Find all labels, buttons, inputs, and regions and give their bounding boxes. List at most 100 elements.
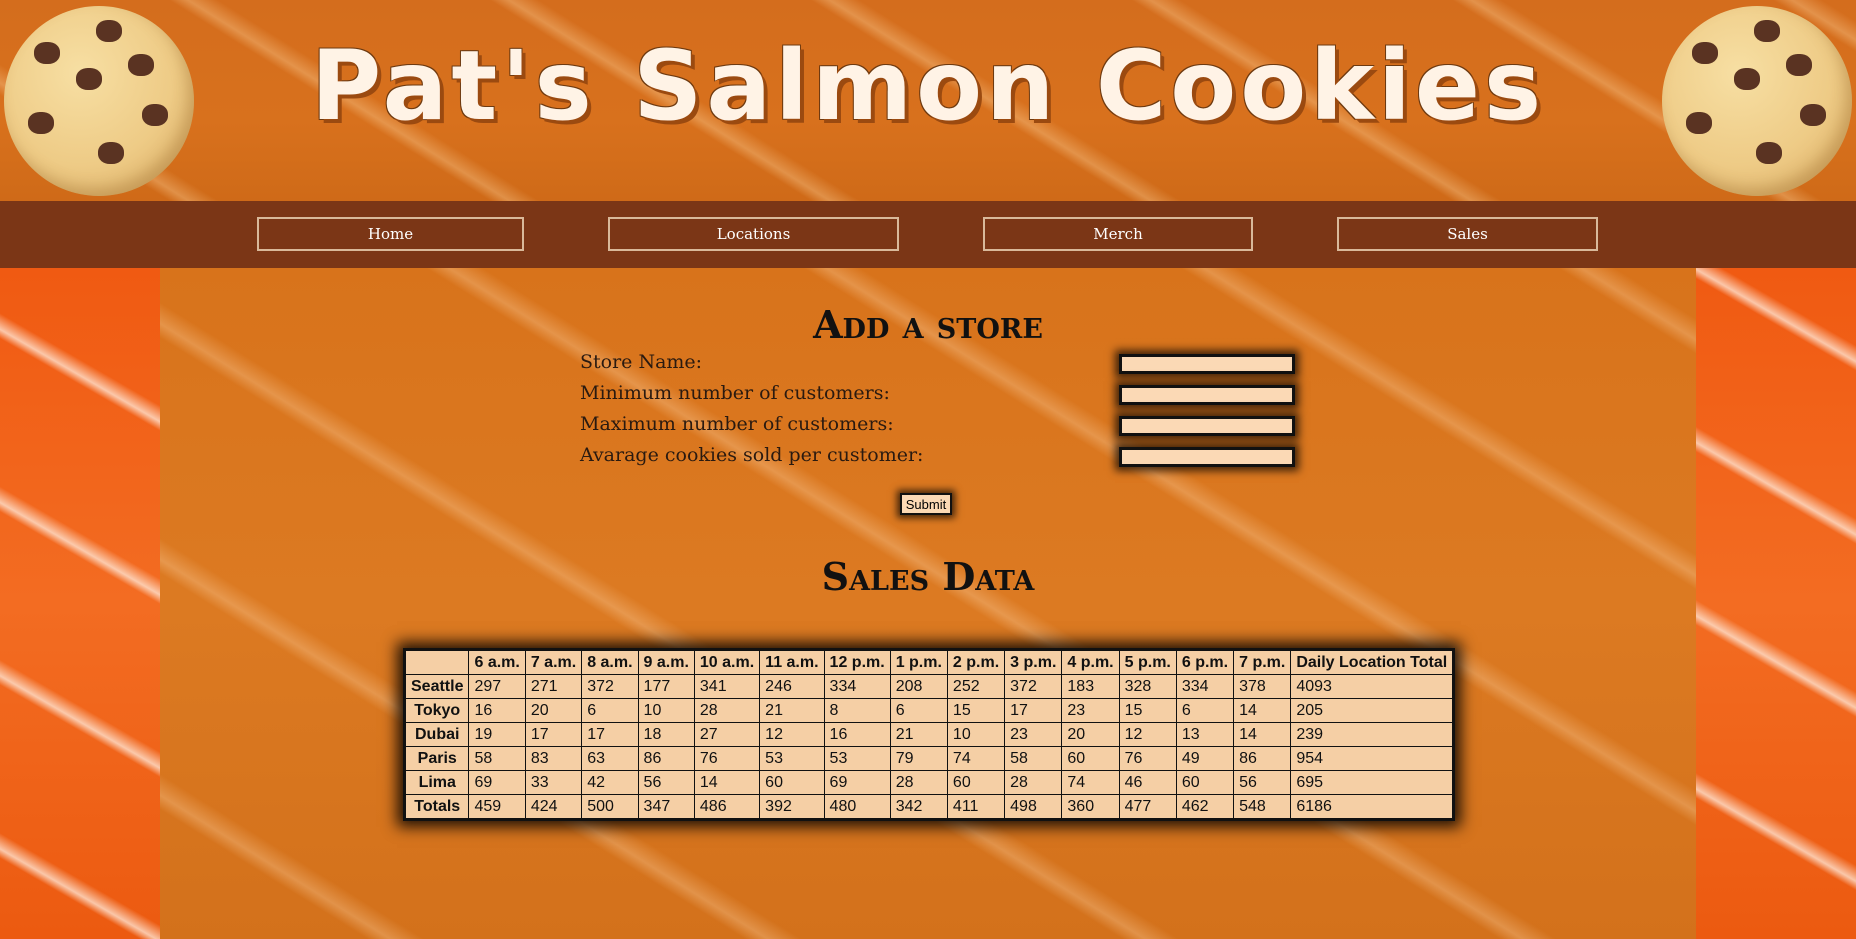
- nav-merch[interactable]: Merch: [983, 217, 1253, 251]
- table-cell: 462: [1175, 794, 1235, 820]
- table-cell: 486: [693, 794, 761, 820]
- table-cell: 239: [1290, 722, 1455, 747]
- table-cell: 74: [1061, 770, 1120, 795]
- table-cell: 16: [468, 698, 526, 723]
- table-cell: 49: [1175, 746, 1235, 771]
- nav-locations[interactable]: Locations: [608, 217, 899, 251]
- column-header: 6 p.m.: [1175, 649, 1235, 675]
- table-cell: 18: [637, 722, 695, 747]
- table-cell: 12: [759, 722, 825, 747]
- table-cell: 19: [468, 722, 526, 747]
- column-header: 9 a.m.: [637, 649, 695, 675]
- table-header-row: 6 a.m. 7 a.m. 8 a.m. 9 a.m. 10 a.m. 11 a…: [403, 649, 1455, 675]
- table-cell: 14: [693, 770, 761, 795]
- table-cell: 27: [693, 722, 761, 747]
- submit-button[interactable]: Submit: [900, 493, 952, 515]
- table-cell: 86: [637, 746, 695, 771]
- table-cell: 347: [637, 794, 695, 820]
- store-name-input[interactable]: [1119, 354, 1295, 374]
- table-cell: 79: [889, 746, 948, 771]
- table-cell: 498: [1004, 794, 1063, 820]
- table-cell: 14: [1233, 698, 1292, 723]
- table-cell: 177: [637, 674, 695, 699]
- min-customers-label: Minimum number of customers:: [580, 382, 890, 404]
- row-header: Totals: [403, 794, 470, 820]
- table-cell: 6: [581, 698, 639, 723]
- table-cell: 341: [693, 674, 761, 699]
- table-cell: 23: [1004, 722, 1063, 747]
- table-cell: 28: [889, 770, 948, 795]
- main-nav: Home Locations Merch Sales: [0, 201, 1856, 268]
- column-header: 4 p.m.: [1061, 649, 1120, 675]
- table-cell: 63: [581, 746, 639, 771]
- table-cell: 246: [759, 674, 825, 699]
- table-cell: 183: [1061, 674, 1120, 699]
- table-cell: 6186: [1290, 794, 1455, 820]
- table-cell: 500: [581, 794, 639, 820]
- column-header: 6 a.m.: [468, 649, 526, 675]
- table-cell: 6: [1175, 698, 1235, 723]
- table-row: Paris 58 83 63 86 76 53 53 79 74 58 60 76 49 86 954: [403, 746, 1455, 771]
- table-cell: 8: [823, 698, 891, 723]
- table-cell: 208: [889, 674, 948, 699]
- table-cell: 15: [946, 698, 1006, 723]
- add-store-heading: Add a store: [813, 302, 1043, 347]
- column-header: 11 a.m.: [759, 649, 825, 675]
- max-customers-input[interactable]: [1119, 416, 1295, 436]
- table-cell: 14: [1233, 722, 1292, 747]
- column-header: Daily Location Total: [1290, 649, 1455, 675]
- column-header: [403, 649, 470, 675]
- column-header: 7 p.m.: [1233, 649, 1292, 675]
- table-cell: 372: [581, 674, 639, 699]
- table-cell: 17: [581, 722, 639, 747]
- site-title: Pat's Salmon Cookies: [310, 30, 1546, 142]
- table-cell: 372: [1004, 674, 1063, 699]
- table-cell: 378: [1233, 674, 1292, 699]
- nav-sales[interactable]: Sales: [1337, 217, 1598, 251]
- column-header: 12 p.m.: [823, 649, 891, 675]
- table-cell: 6: [889, 698, 948, 723]
- sales-data-heading: Sales Data: [821, 554, 1035, 599]
- table-cell: 10: [637, 698, 695, 723]
- table-cell: 424: [524, 794, 583, 820]
- row-header: Seattle: [403, 674, 470, 699]
- table-cell: 21: [889, 722, 948, 747]
- table-cell: 13: [1175, 722, 1235, 747]
- table-cell: 56: [637, 770, 695, 795]
- table-cell: 4093: [1290, 674, 1455, 699]
- table-row: Dubai 19 17 17 18 27 12 16 21 10 23 20 12 13 14 239: [403, 722, 1455, 747]
- table-cell: 60: [946, 770, 1006, 795]
- column-header: 1 p.m.: [889, 649, 948, 675]
- table-cell: 69: [823, 770, 891, 795]
- table-cell: 42: [581, 770, 639, 795]
- min-customers-input[interactable]: [1119, 385, 1295, 405]
- table-cell: 477: [1118, 794, 1177, 820]
- column-header: 3 p.m.: [1004, 649, 1063, 675]
- table-cell: 28: [693, 698, 761, 723]
- column-header: 7 a.m.: [524, 649, 583, 675]
- table-cell: 695: [1290, 770, 1455, 795]
- table-cell: 334: [823, 674, 891, 699]
- table-cell: 60: [1061, 746, 1120, 771]
- table-cell: 17: [1004, 698, 1063, 723]
- table-cell: 271: [524, 674, 583, 699]
- table-row: Totals 459 424 500 347 486 392 480 342 411 498 360 4…: [403, 794, 1455, 820]
- table-cell: 342: [889, 794, 948, 820]
- table-cell: 46: [1118, 770, 1177, 795]
- table-cell: 297: [468, 674, 526, 699]
- row-header: Lima: [403, 770, 470, 795]
- nav-home[interactable]: Home: [257, 217, 524, 251]
- table-cell: 392: [759, 794, 825, 820]
- table-cell: 58: [1004, 746, 1063, 771]
- main-content: Add a store Store Name: Minimum number o…: [160, 268, 1696, 939]
- table-cell: 10: [946, 722, 1006, 747]
- column-header: 8 a.m.: [581, 649, 639, 675]
- table-cell: 328: [1118, 674, 1177, 699]
- avg-cookies-input[interactable]: [1119, 447, 1295, 467]
- table-cell: 459: [468, 794, 526, 820]
- store-name-label: Store Name:: [580, 351, 703, 373]
- column-header: 2 p.m.: [946, 649, 1006, 675]
- site-header: Pat's Salmon Cookies: [0, 0, 1856, 201]
- sales-table: 6 a.m. 7 a.m. 8 a.m. 9 a.m. 10 a.m. 11 a…: [403, 648, 1456, 821]
- table-cell: 86: [1233, 746, 1292, 771]
